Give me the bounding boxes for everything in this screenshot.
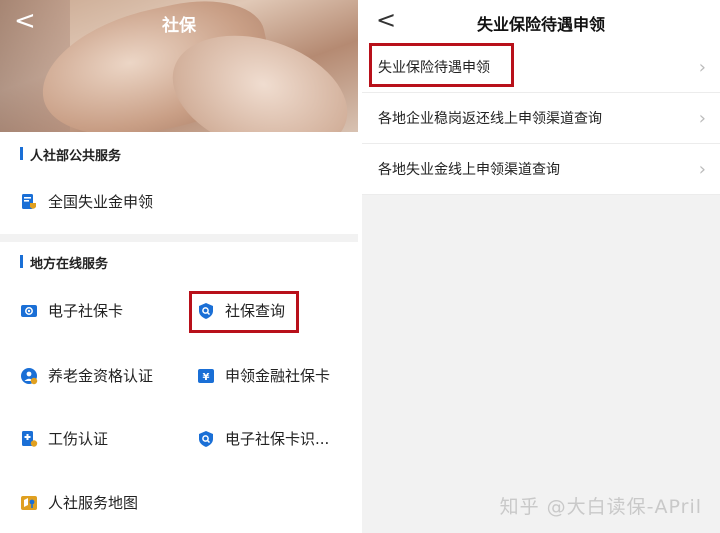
service-injury-certification[interactable]: 工伤认证 [20,428,108,449]
nav-bar: < 失业保险待遇申领 [362,0,720,42]
chevron-right-icon: › [698,57,706,78]
service-label: 电子社保卡 [48,302,124,320]
divider [0,234,358,242]
service-apply-financial-card[interactable]: ¥ 申领金融社保卡 [197,365,330,386]
service-label: 全国失业金申领 [48,193,154,211]
watermark: 知乎 @大白读保-APril [499,496,702,518]
list-item-unemployment-channel-query[interactable]: 各地失业金线上申领渠道查询 › [362,144,720,195]
service-pension-certification[interactable]: 养老金资格认证 [20,365,153,386]
chevron-right-icon: › [698,159,706,180]
highlight-box-unemployment-benefit [369,43,514,87]
service-label: 工伤认证 [48,430,109,448]
id-card-icon [21,304,37,317]
service-hr-map[interactable]: 人社服务地图 [20,492,138,513]
header-banner-image: < 社保 [0,0,358,132]
service-e-social-card[interactable]: 电子社保卡 [20,300,123,321]
list-item-label: 各地企业稳岗返还线上申领渠道查询 [378,111,602,127]
yuan-card-icon: ¥ [198,368,214,383]
person-check-icon [21,367,38,384]
highlight-box-social-query [189,291,299,333]
document-shield-icon [22,193,36,209]
service-label: 人社服务地图 [48,494,139,512]
page-title: 社保 [162,16,196,36]
shield-scan-icon [199,430,213,447]
service-national-unemployment[interactable]: 全国失业金申领 [20,191,153,212]
service-label: 电子社保卡识... [225,430,330,448]
section-title-public: 人社部公共服务 [20,145,121,164]
left-screen: < 社保 人社部公共服务 全国失业金申领 地方在线服务 电子社保卡 社保查询 养… [0,0,358,533]
section-title-local: 地方在线服务 [20,253,108,272]
chevron-right-icon: › [698,108,706,129]
service-e-card-recognition[interactable]: 电子社保卡识... [197,428,329,449]
list-item-job-stabilization-query[interactable]: 各地企业稳岗返还线上申领渠道查询 › [362,93,720,144]
injury-badge-icon [22,430,38,447]
service-label: 申领金融社保卡 [225,367,331,385]
list-item-label: 各地失业金线上申领渠道查询 [378,162,560,178]
page-title: 失业保险待遇申领 [476,15,605,34]
right-screen: < 失业保险待遇申领 失业保险待遇申领 › 各地企业稳岗返还线上申领渠道查询 ›… [362,0,720,533]
svg-text:¥: ¥ [203,372,210,383]
service-label: 养老金资格认证 [48,367,154,385]
map-icon [21,495,37,510]
